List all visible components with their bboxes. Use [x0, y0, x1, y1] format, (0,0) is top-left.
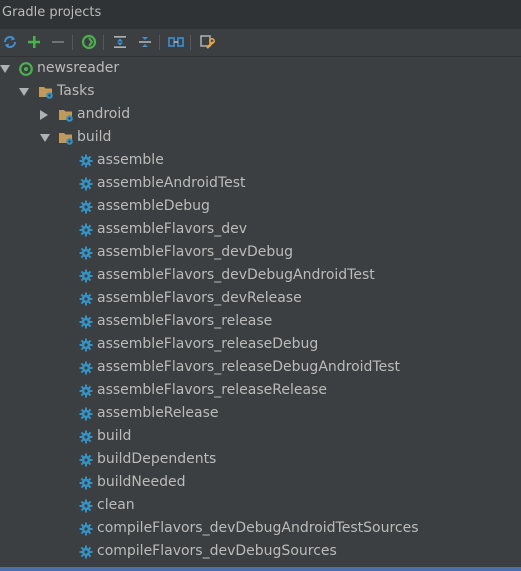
gear-icon: [79, 245, 95, 261]
gear-icon: [79, 268, 95, 284]
gear-icon: [79, 176, 95, 192]
toolbar-separator: [72, 35, 73, 50]
task-label: buildNeeded: [97, 474, 186, 490]
tree-node-group[interactable]: android: [0, 104, 521, 127]
gear-icon: [79, 429, 95, 445]
gear-icon: [79, 383, 95, 399]
expanded-arrow-icon[interactable]: [19, 88, 29, 96]
task-label: buildDependents: [97, 451, 217, 467]
gear-icon: [79, 199, 95, 215]
task-label: assembleFlavors_releaseRelease: [97, 382, 327, 398]
tree-task-item[interactable]: compileFlavors_devDebugAndroidTestSource…: [0, 518, 521, 541]
task-label: compileFlavors_devDebugAndroidTestSource…: [97, 520, 419, 536]
task-label: assembleAndroidTest: [97, 175, 246, 191]
add-icon[interactable]: [24, 32, 44, 52]
gradle-sync-icon[interactable]: [79, 32, 99, 52]
gear-icon: [79, 475, 95, 491]
gear-icon: [79, 544, 95, 560]
tree-task-item[interactable]: buildNeeded: [0, 472, 521, 495]
tree-task-item[interactable]: build: [0, 426, 521, 449]
tree-task-item[interactable]: assembleFlavors_devDebugAndroidTest: [0, 265, 521, 288]
tasks-label: Tasks: [57, 83, 95, 99]
tree-task-item[interactable]: assembleFlavors_devRelease: [0, 288, 521, 311]
tree-node-project[interactable]: newsreader: [0, 58, 521, 81]
gradle-project-icon: [18, 61, 34, 77]
task-label: assembleFlavors_devDebug: [97, 244, 294, 260]
tree-task-item[interactable]: assembleFlavors_dev: [0, 219, 521, 242]
tree-task-item[interactable]: buildDependents: [0, 449, 521, 472]
expanded-arrow-icon[interactable]: [0, 65, 10, 73]
gear-icon: [79, 314, 95, 330]
gear-icon: [79, 222, 95, 238]
gear-icon: [79, 406, 95, 422]
toolbar-separator: [190, 35, 191, 50]
group-label: android: [77, 106, 131, 122]
tree-task-item[interactable]: assembleAndroidTest: [0, 173, 521, 196]
tree-task-item[interactable]: assembleFlavors_releaseRelease: [0, 380, 521, 403]
task-label: assembleFlavors_release: [97, 313, 273, 329]
task-label: assembleFlavors_releaseDebug: [97, 336, 319, 352]
expand-all-icon[interactable]: [110, 32, 130, 52]
tree-task-item[interactable]: assembleRelease: [0, 403, 521, 426]
task-label: assembleFlavors_dev: [97, 221, 248, 237]
tree-task-item[interactable]: assembleFlavors_releaseDebugAndroidTest: [0, 357, 521, 380]
gear-icon: [79, 153, 95, 169]
gradle-tree: newsreader Tasks android build assemble assem…: [0, 57, 521, 571]
panel-title: Gradle projects: [2, 5, 102, 20]
gear-icon: [79, 291, 95, 307]
tree-task-item[interactable]: clean: [0, 495, 521, 518]
remove-icon[interactable]: [48, 32, 68, 52]
toolbar-separator: [159, 35, 160, 50]
panel-header: Gradle projects: [0, 0, 521, 30]
task-label: build: [97, 428, 132, 444]
tree-task-item[interactable]: assemble: [0, 150, 521, 173]
task-label: assembleFlavors_releaseDebugAndroidTest: [97, 359, 401, 375]
collapse-all-icon[interactable]: [135, 32, 155, 52]
task-label: assembleFlavors_devRelease: [97, 290, 302, 306]
task-group-folder-icon: [58, 107, 74, 123]
task-label: assemble: [97, 152, 164, 168]
task-label: assembleFlavors_devDebugAndroidTest: [97, 267, 375, 283]
tree-task-item[interactable]: assembleFlavors_releaseDebug: [0, 334, 521, 357]
selected-row-highlight: [0, 567, 521, 571]
task-label: compileFlavors_devDebugSources: [97, 543, 337, 559]
gear-icon: [79, 521, 95, 537]
refresh-icon[interactable]: [0, 32, 20, 52]
tree-task-item[interactable]: assembleFlavors_devDebug: [0, 242, 521, 265]
gear-icon: [79, 337, 95, 353]
group-label: build: [77, 129, 112, 145]
collapsed-arrow-icon[interactable]: [40, 110, 48, 120]
gear-icon: [79, 498, 95, 514]
tree-task-item[interactable]: assembleDebug: [0, 196, 521, 219]
task-label: assembleDebug: [97, 198, 210, 214]
task-label: assembleRelease: [97, 405, 219, 421]
link-icon[interactable]: [166, 32, 186, 52]
toolbar-separator: [103, 35, 104, 50]
task-group-folder-icon: [58, 130, 74, 146]
tree-node-group[interactable]: build: [0, 127, 521, 150]
gear-icon: [79, 452, 95, 468]
project-label: newsreader: [37, 60, 120, 76]
settings-wrench-icon[interactable]: [197, 32, 217, 52]
task-label: clean: [97, 497, 135, 513]
task-folder-icon: [38, 84, 54, 100]
expanded-arrow-icon[interactable]: [40, 134, 50, 142]
toolbar: [0, 29, 521, 57]
gear-icon: [79, 360, 95, 376]
tree-node-tasks[interactable]: Tasks: [0, 81, 521, 104]
tree-task-item[interactable]: compileFlavors_devDebugSources: [0, 541, 521, 564]
tree-task-item[interactable]: assembleFlavors_release: [0, 311, 521, 334]
